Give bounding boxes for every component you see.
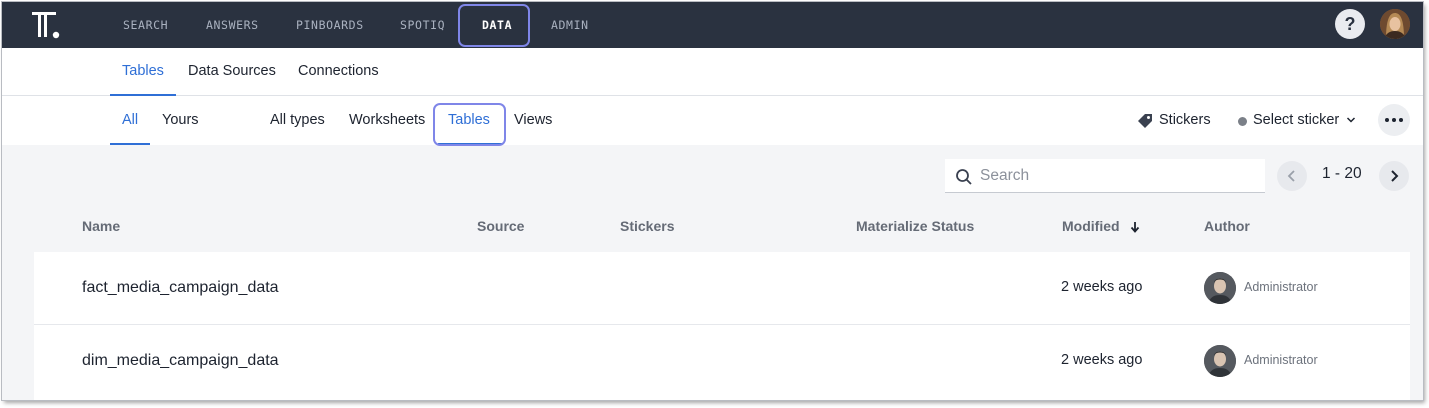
chevron-left-icon (1287, 170, 1295, 182)
tab-data-sources[interactable]: Data Sources (188, 48, 276, 96)
cell-modified: 2 weeks ago (1061, 352, 1143, 368)
top-nav: SEARCH ANSWERS PINBOARDS SPOTIQ DATA ADM… (2, 2, 1423, 48)
sort-descending-icon[interactable] (1130, 221, 1140, 233)
nav-spotiq[interactable]: SPOTIQ (400, 2, 445, 48)
filter-views[interactable]: Views (514, 96, 552, 145)
nav-pinboards[interactable]: PINBOARDS (296, 2, 364, 48)
column-header-source[interactable]: Source (477, 218, 524, 234)
filter-bar: All Yours All types Worksheets Tables Vi… (2, 96, 1423, 146)
column-header-stickers[interactable]: Stickers (620, 218, 674, 234)
cell-author[interactable]: Administrator (1244, 325, 1318, 396)
table-row[interactable]: fact_media_campaign_data 2 weeks ago Adm… (34, 252, 1410, 323)
column-header-name[interactable]: Name (82, 218, 120, 234)
filter-worksheets[interactable]: Worksheets (349, 96, 425, 145)
more-options-button[interactable] (1378, 104, 1410, 136)
search-box[interactable] (945, 159, 1265, 193)
nav-data-highlight (458, 4, 530, 47)
filter-yours[interactable]: Yours (162, 96, 199, 145)
sub-nav: Tables Data Sources Connections (2, 48, 1423, 96)
table-body: fact_media_campaign_data 2 weeks ago Adm… (34, 252, 1410, 400)
nav-admin[interactable]: ADMIN (551, 2, 589, 48)
search-icon (956, 169, 972, 185)
sticker-dot-icon (1238, 117, 1247, 126)
cell-modified: 2 weeks ago (1061, 279, 1143, 295)
page-range: 1 - 20 (1322, 165, 1362, 182)
cell-name[interactable]: fact_media_campaign_data (82, 252, 279, 323)
active-filter-underline (110, 143, 150, 145)
stickers-label: Stickers (1159, 112, 1211, 128)
tab-connections[interactable]: Connections (298, 48, 379, 96)
select-sticker-dropdown[interactable]: Select sticker (1238, 96, 1356, 145)
ellipsis-icon (1385, 118, 1389, 122)
chevron-down-icon (1346, 117, 1356, 123)
stickers-button[interactable]: Stickers (1137, 96, 1211, 145)
nav-answers[interactable]: ANSWERS (206, 2, 259, 48)
user-avatar[interactable] (1380, 9, 1410, 39)
previous-page-button[interactable] (1277, 161, 1307, 191)
cell-author[interactable]: Administrator (1244, 252, 1318, 323)
column-header-modified[interactable]: Modified (1062, 218, 1120, 234)
author-avatar (1204, 272, 1236, 304)
column-header-materialize-status[interactable]: Materialize Status (856, 218, 974, 234)
nav-search[interactable]: SEARCH (123, 2, 168, 48)
thoughtspot-logo-icon[interactable] (28, 10, 62, 40)
tables-filter-highlight (433, 103, 506, 146)
column-header-author[interactable]: Author (1204, 218, 1250, 234)
app-window: SEARCH ANSWERS PINBOARDS SPOTIQ DATA ADM… (2, 2, 1423, 400)
filter-all-types[interactable]: All types (270, 96, 325, 145)
filter-all[interactable]: All (122, 96, 138, 145)
help-button[interactable]: ? (1335, 9, 1365, 39)
tag-icon (1138, 114, 1152, 128)
cell-name[interactable]: dim_media_campaign_data (82, 325, 279, 396)
author-avatar (1204, 345, 1236, 377)
select-sticker-label: Select sticker (1253, 112, 1340, 128)
search-input[interactable] (980, 164, 1250, 188)
table-row[interactable]: dim_media_campaign_data 2 weeks ago Admi… (34, 324, 1410, 395)
chevron-right-icon (1391, 170, 1399, 182)
next-page-button[interactable] (1379, 161, 1409, 191)
tab-tables[interactable]: Tables (122, 48, 164, 96)
